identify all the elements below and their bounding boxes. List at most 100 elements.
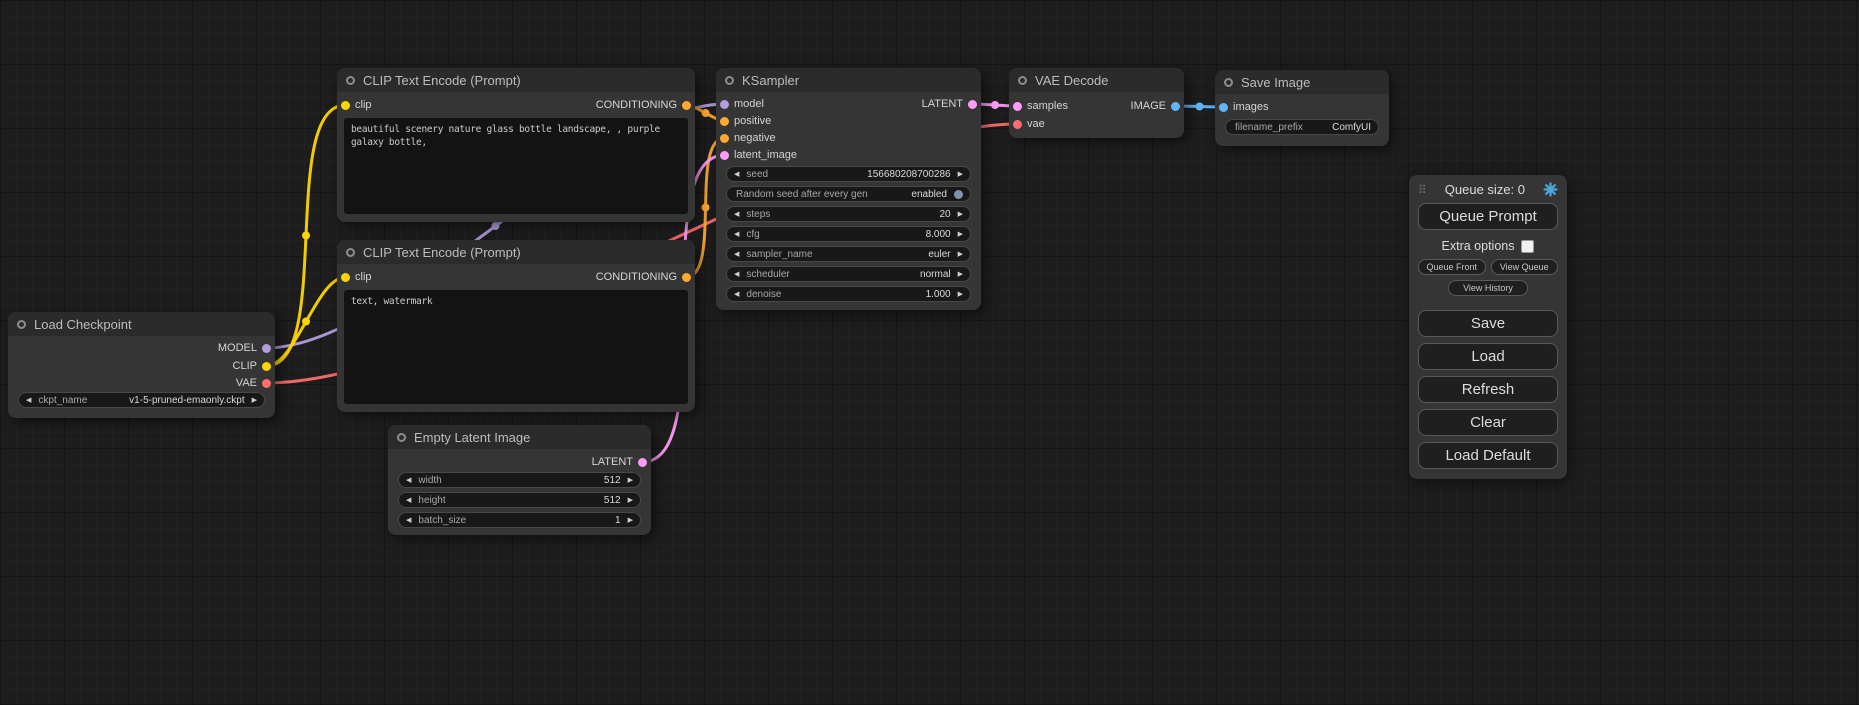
output-slot-latent: LATENT [922,97,977,111]
latent-socket-icon[interactable] [638,458,647,467]
image-socket-icon[interactable] [1171,102,1180,111]
widget-height[interactable]: ◀ height 512 ▶ [398,492,641,508]
increment-arrow-icon[interactable]: ▶ [252,396,257,404]
node-title-bar[interactable]: Load Checkpoint [8,312,275,336]
node-empty-latent-image[interactable]: Empty Latent Image LATENT ◀ width 512 ▶ … [388,425,651,535]
slot-label: LATENT [592,456,633,468]
widget-batch-size[interactable]: ◀ batch_size 1 ▶ [398,512,641,528]
input-slot-negative: negative [720,131,776,145]
widget-filename-prefix[interactable]: filename_prefix ComfyUI [1225,119,1379,135]
widget-name: steps [746,209,770,220]
load-button[interactable]: Load [1418,343,1558,370]
refresh-button[interactable]: Refresh [1418,376,1558,403]
latent-socket-icon[interactable] [720,151,729,160]
load-default-button[interactable]: Load Default [1418,442,1558,469]
drag-handle-icon[interactable]: ⠿ [1418,183,1427,197]
widget-value: 8.000 [926,229,951,240]
save-button[interactable]: Save [1418,310,1558,337]
increment-arrow-icon[interactable]: ▶ [628,476,633,484]
input-slot-model: model [720,97,764,111]
toggle-knob-icon[interactable] [954,190,963,199]
widget-sampler-name[interactable]: ◀ sampler_name euler ▶ [726,246,971,262]
settings-gear-icon[interactable] [1543,182,1558,197]
latent-socket-icon[interactable] [1013,102,1022,111]
node-load-checkpoint[interactable]: Load Checkpoint MODEL CLIP VAE ◀ ckpt_na… [8,312,275,418]
decrement-arrow-icon[interactable]: ◀ [26,396,31,404]
increment-arrow-icon[interactable]: ▶ [958,290,963,298]
widget-name: Random seed after every gen [736,189,868,200]
wire-conditioning-negative-dot [702,204,710,212]
node-title: KSampler [742,73,799,88]
node-vae-decode[interactable]: VAE Decode samples vae IMAGE [1009,68,1184,138]
queue-front-button[interactable]: Queue Front [1418,259,1486,275]
decrement-arrow-icon[interactable]: ◀ [734,230,739,238]
slot-label: CLIP [233,360,257,372]
decrement-arrow-icon[interactable]: ◀ [406,476,411,484]
slot-label: IMAGE [1131,100,1166,112]
widget-scheduler[interactable]: ◀ scheduler normal ▶ [726,266,971,282]
conditioning-socket-icon[interactable] [682,273,691,282]
widget-width[interactable]: ◀ width 512 ▶ [398,472,641,488]
increment-arrow-icon[interactable]: ▶ [958,210,963,218]
widget-name: denoise [746,289,781,300]
wire-clip-negative-dot [302,318,310,326]
model-socket-icon[interactable] [262,344,271,353]
decrement-arrow-icon[interactable]: ◀ [406,496,411,504]
view-queue-button[interactable]: View Queue [1491,259,1559,275]
extra-options-checkbox[interactable] [1521,240,1534,253]
increment-arrow-icon[interactable]: ▶ [628,496,633,504]
widget-seed[interactable]: ◀ seed 156680208700286 ▶ [726,166,971,182]
input-slot-samples: samples [1013,99,1068,113]
image-socket-icon[interactable] [1219,103,1228,112]
clip-socket-icon[interactable] [341,101,350,110]
increment-arrow-icon[interactable]: ▶ [958,230,963,238]
decrement-arrow-icon[interactable]: ◀ [734,210,739,218]
widget-name: scheduler [746,269,789,280]
clip-socket-icon[interactable] [262,362,271,371]
node-title-bar[interactable]: Save Image [1215,70,1389,94]
vae-socket-icon[interactable] [262,379,271,388]
decrement-arrow-icon[interactable]: ◀ [734,250,739,258]
clear-button[interactable]: Clear [1418,409,1558,436]
conditioning-socket-icon[interactable] [720,117,729,126]
view-history-button[interactable]: View History [1448,280,1528,296]
conditioning-socket-icon[interactable] [682,101,691,110]
decrement-arrow-icon[interactable]: ◀ [734,170,739,178]
increment-arrow-icon[interactable]: ▶ [628,516,633,524]
node-title-bar[interactable]: KSampler [716,68,981,92]
widget-value: ComfyUI [1332,122,1371,133]
clip-socket-icon[interactable] [341,273,350,282]
node-graph-canvas[interactable]: Load Checkpoint MODEL CLIP VAE ◀ ckpt_na… [0,0,1859,705]
prompt-textarea[interactable]: beautiful scenery nature glass bottle la… [344,118,688,214]
widget-cfg[interactable]: ◀ cfg 8.000 ▶ [726,226,971,242]
widget-ckpt-name[interactable]: ◀ ckpt_name v1-5-pruned-emaonly.ckpt ▶ [18,392,265,408]
widget-denoise[interactable]: ◀ denoise 1.000 ▶ [726,286,971,302]
increment-arrow-icon[interactable]: ▶ [958,170,963,178]
prompt-textarea[interactable]: text, watermark [344,290,688,404]
vae-socket-icon[interactable] [1013,120,1022,129]
increment-arrow-icon[interactable]: ▶ [958,250,963,258]
node-title-bar[interactable]: VAE Decode [1009,68,1184,92]
widget-random-seed-toggle[interactable]: Random seed after every gen enabled [726,186,971,202]
conditioning-socket-icon[interactable] [720,134,729,143]
decrement-arrow-icon[interactable]: ◀ [406,516,411,524]
slot-label: images [1233,101,1268,113]
increment-arrow-icon[interactable]: ▶ [958,270,963,278]
widget-value: 512 [604,495,621,506]
node-title-bar[interactable]: CLIP Text Encode (Prompt) [337,240,695,264]
node-title-bar[interactable]: CLIP Text Encode (Prompt) [337,68,695,92]
widget-steps[interactable]: ◀ steps 20 ▶ [726,206,971,222]
node-clip-text-encode-negative[interactable]: CLIP Text Encode (Prompt) clip CONDITION… [337,240,695,412]
queue-prompt-button[interactable]: Queue Prompt [1418,203,1558,230]
widget-name: cfg [746,229,759,240]
decrement-arrow-icon[interactable]: ◀ [734,290,739,298]
latent-socket-icon[interactable] [968,100,977,109]
input-slot-positive: positive [720,114,771,128]
node-title-bar[interactable]: Empty Latent Image [388,425,651,449]
node-save-image[interactable]: Save Image images filename_prefix ComfyU… [1215,70,1389,146]
extra-options-row: Extra options [1418,239,1558,253]
model-socket-icon[interactable] [720,100,729,109]
decrement-arrow-icon[interactable]: ◀ [734,270,739,278]
node-clip-text-encode-positive[interactable]: CLIP Text Encode (Prompt) clip CONDITION… [337,68,695,222]
node-ksampler[interactable]: KSampler model positive negative latent_… [716,68,981,310]
